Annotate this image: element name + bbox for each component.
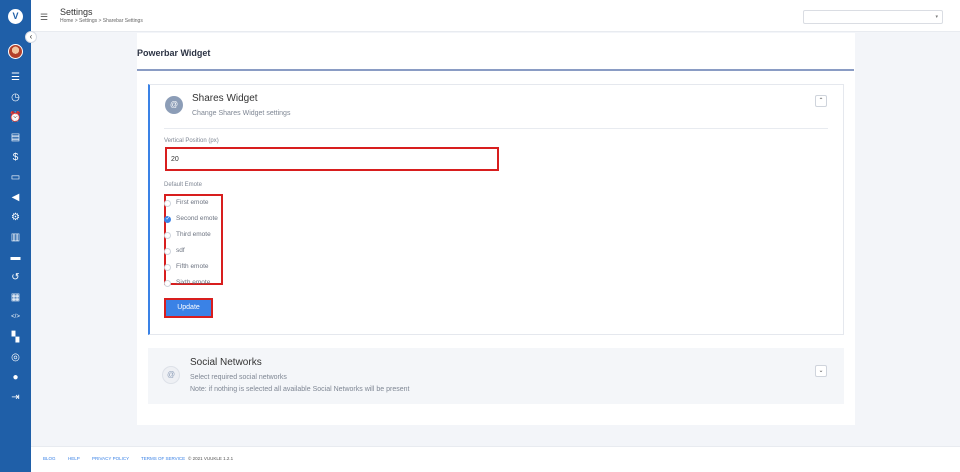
shares-widget-subtitle: Change Shares Widget settings: [192, 110, 291, 117]
title-underline: [137, 69, 854, 71]
radio-unchecked-icon[interactable]: [164, 248, 171, 255]
dollar-icon[interactable]: $: [8, 151, 23, 164]
radio-checked-icon[interactable]: [164, 215, 171, 223]
credit-card-icon[interactable]: ▬: [8, 251, 23, 264]
gear-icon[interactable]: ⚙: [8, 211, 23, 224]
emote-option[interactable]: First emote: [164, 198, 234, 210]
emote-option-label: Second emote: [176, 215, 218, 222]
radio-unchecked-icon[interactable]: [164, 280, 171, 287]
clock-icon[interactable]: ◷: [8, 91, 23, 104]
social-networks-note: Note: if nothing is selected all availab…: [190, 386, 410, 393]
radio-unchecked-icon[interactable]: [164, 232, 171, 239]
emote-option-label: sdf: [176, 247, 185, 254]
radio-unchecked-icon[interactable]: [164, 200, 171, 207]
emote-option[interactable]: Fifth emote: [164, 262, 234, 274]
site-select[interactable]: ▾: [803, 10, 943, 24]
social-networks-subtitle: Select required social networks: [190, 374, 287, 381]
chat-icon[interactable]: ●: [8, 371, 23, 384]
expand-button[interactable]: ⌄: [815, 365, 827, 377]
main-content: Powerbar Widget @ Shares Widget Change S…: [137, 33, 855, 425]
footer-link-terms[interactable]: Terms of Service: [141, 456, 185, 461]
code-icon[interactable]: </>: [8, 311, 23, 324]
collapse-button[interactable]: ⌃: [815, 95, 827, 107]
menu-icon[interactable]: ☰: [40, 12, 48, 23]
logout-icon[interactable]: ⇥: [8, 391, 23, 404]
emote-option[interactable]: Third emote: [164, 230, 234, 242]
app-logo[interactable]: V: [8, 9, 23, 24]
sidebar-collapse-toggle[interactable]: ‹: [25, 31, 37, 43]
footer-link-help[interactable]: Help: [68, 456, 80, 461]
footer-copyright: © 2021 VUUKLE 1.2.1: [188, 456, 234, 461]
emote-option-label: Third emote: [176, 231, 211, 238]
shares-widget-title: Shares Widget: [192, 93, 258, 104]
radio-unchecked-icon[interactable]: [164, 264, 171, 271]
building-icon[interactable]: ▚: [8, 331, 23, 344]
megaphone-icon[interactable]: ◀: [8, 191, 23, 204]
shares-widget-panel: @ Shares Widget Change Shares Widget set…: [148, 84, 844, 335]
page-header-title: Settings: [60, 7, 93, 17]
alarm-icon[interactable]: ⏰: [8, 111, 23, 124]
emote-option-label: Sixth emote: [176, 279, 211, 286]
emote-option[interactable]: sdf: [164, 246, 234, 258]
history-icon[interactable]: ↺: [8, 271, 23, 284]
page-title: Powerbar Widget: [137, 48, 211, 58]
chevron-down-icon: ▾: [935, 14, 938, 20]
table-icon[interactable]: ▦: [8, 291, 23, 304]
emote-option-label: First emote: [176, 199, 209, 206]
at-sign-icon: @: [162, 366, 180, 384]
at-sign-icon: @: [165, 96, 183, 114]
footer-link-privacy[interactable]: Privacy Policy: [92, 456, 129, 461]
update-button[interactable]: Update: [164, 298, 213, 318]
breadcrumb: Home > Settings > Sharebar Settings: [60, 18, 143, 24]
vertical-position-input[interactable]: [165, 147, 499, 171]
footer: Blog Help Privacy Policy Terms of Servic…: [31, 446, 960, 472]
emote-option[interactable]: Second emote: [164, 214, 234, 226]
footer-link-blog[interactable]: Blog: [43, 456, 56, 461]
default-emote-label: Default Emote: [164, 182, 203, 188]
emote-option-label: Fifth emote: [176, 263, 209, 270]
chart-icon[interactable]: ▥: [8, 231, 23, 244]
emote-option[interactable]: Sixth emote: [164, 278, 234, 290]
social-networks-title: Social Networks: [190, 357, 262, 368]
user-avatar[interactable]: [8, 44, 23, 59]
sidebar: V ☰ ◷ ⏰ ▤ $ ▭ ◀ ⚙ ▥ ▬ ↺ ▦ </> ▚ ◎ ● ⇥: [0, 0, 31, 472]
id-card-icon[interactable]: ▭: [8, 171, 23, 184]
divider: [164, 128, 828, 129]
list-icon[interactable]: ☰: [8, 71, 23, 84]
vertical-position-label: Vertical Position (px): [164, 138, 219, 144]
book-icon[interactable]: ▤: [8, 131, 23, 144]
support-icon[interactable]: ◎: [8, 351, 23, 364]
top-header: ☰ Settings Home > Settings > Sharebar Se…: [31, 0, 960, 32]
social-networks-panel[interactable]: @ Social Networks Select required social…: [148, 348, 844, 404]
